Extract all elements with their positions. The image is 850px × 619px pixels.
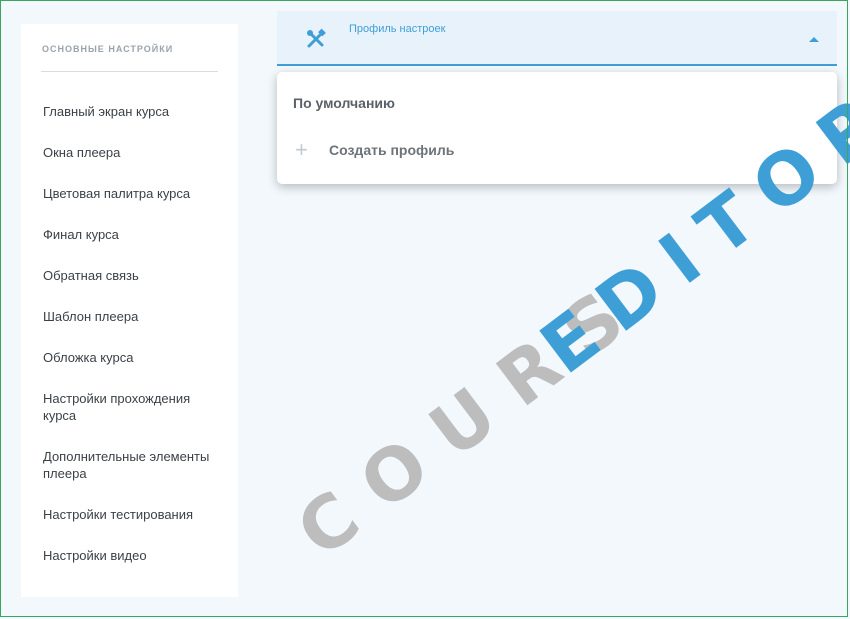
- sidebar-item-feedback[interactable]: Обратная связь: [43, 267, 223, 284]
- settings-sidebar: ОСНОВНЫЕ НАСТРОЙКИ Главный экран курса О…: [21, 24, 238, 597]
- profile-dropdown-menu: По умолчанию + Создать профиль: [277, 72, 837, 184]
- option-default-profile[interactable]: По умолчанию: [293, 95, 395, 111]
- chevron-up-icon[interactable]: [809, 37, 819, 42]
- sidebar-divider: [41, 71, 218, 72]
- plus-icon: +: [295, 137, 308, 162]
- sidebar-item-player-windows[interactable]: Окна плеера: [43, 144, 223, 161]
- sidebar-item-testing-settings[interactable]: Настройки тестирования: [43, 506, 223, 523]
- sidebar-item-course-cover[interactable]: Обложка курса: [43, 349, 223, 366]
- watermark-part1: COURS: [282, 260, 660, 574]
- sidebar-item-player-template[interactable]: Шаблон плеера: [43, 308, 223, 325]
- sidebar-item-passing-settings[interactable]: Настройки прохождения курса: [43, 390, 223, 424]
- tools-icon: [305, 28, 327, 50]
- sidebar-item-course-final[interactable]: Финал курса: [43, 226, 223, 243]
- sidebar-item-color-palette[interactable]: Цветовая палитра курса: [43, 185, 223, 202]
- sidebar-item-extra-elements[interactable]: Дополнительные элементы плеера: [43, 448, 223, 482]
- sidebar-item-main-screen[interactable]: Главный экран курса: [43, 103, 223, 120]
- profile-select[interactable]: Профиль настроек: [277, 11, 837, 66]
- profile-select-label: Профиль настроек: [349, 23, 446, 35]
- sidebar-title: ОСНОВНЫЕ НАСТРОЙКИ: [42, 44, 174, 54]
- sidebar-item-video-settings[interactable]: Настройки видео: [43, 547, 223, 564]
- create-profile-label: Создать профиль: [329, 142, 455, 158]
